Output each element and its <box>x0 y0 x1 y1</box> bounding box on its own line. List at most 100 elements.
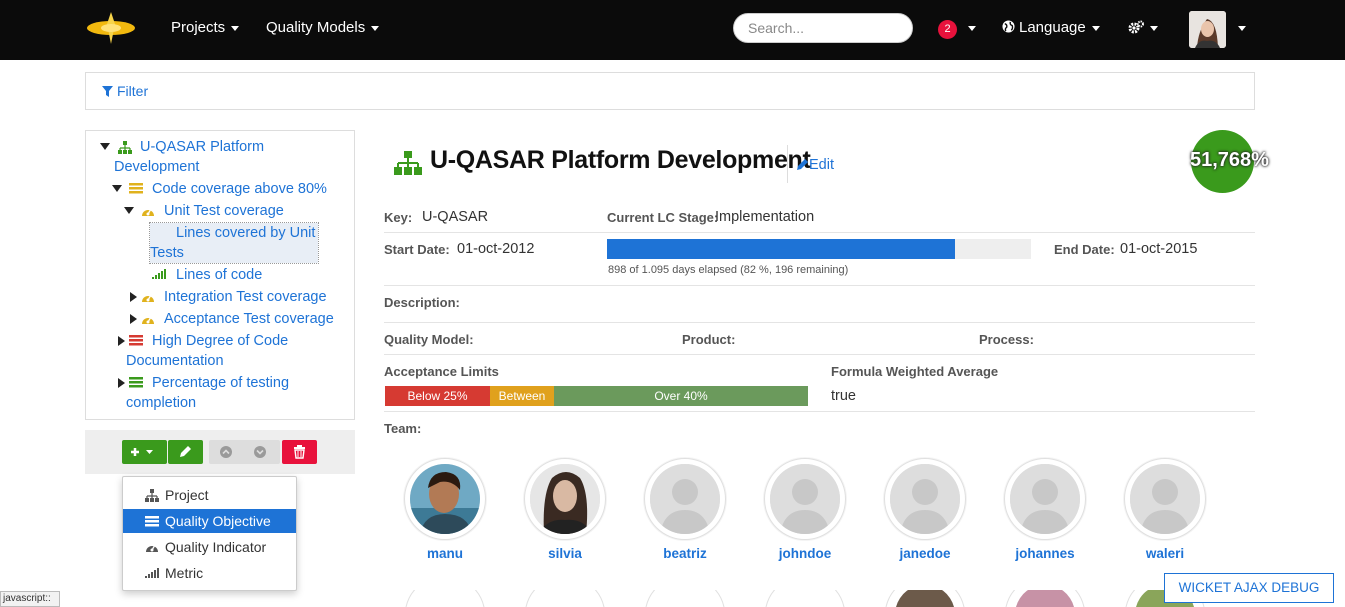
uqasar-logo-icon[interactable] <box>86 12 136 44</box>
pencil-icon <box>180 446 191 457</box>
team-member[interactable]: manu <box>404 458 486 561</box>
trash-icon <box>294 445 305 459</box>
key-label: Key: <box>384 210 413 225</box>
team-member[interactable]: janedoe <box>884 458 966 561</box>
team-member[interactable]: beatriz <box>644 458 726 561</box>
move-buttons <box>209 440 280 464</box>
quality-models-menu-label: Quality Models <box>266 19 366 36</box>
avatar <box>770 464 840 534</box>
team-member[interactable]: waleri <box>1124 458 1206 561</box>
menu-item-metric[interactable]: Metric <box>123 561 296 585</box>
tree-node-metric-selected[interactable]: Lines covered by Unit Tests <box>149 222 319 264</box>
settings-menu[interactable] <box>1128 19 1158 36</box>
timeline-progress-fill <box>607 239 955 259</box>
divider <box>384 285 1255 286</box>
pencil-icon <box>797 159 808 170</box>
menu-item-label: Project <box>165 487 209 503</box>
menu-item-quality-indicator[interactable]: Quality Indicator <box>123 535 296 559</box>
avatar <box>410 464 480 534</box>
team-member-name[interactable]: johannes <box>1004 546 1086 561</box>
tree-node-project[interactable]: U-QASAR Platform Development <box>114 137 344 177</box>
formula-label: Formula Weighted Average <box>831 364 999 379</box>
acceptance-between-segment: Between <box>490 386 554 406</box>
sitemap-icon <box>394 151 422 175</box>
team-row-2-partial <box>405 590 1205 607</box>
collapse-toggle[interactable] <box>124 207 134 214</box>
add-button[interactable] <box>122 440 167 464</box>
menu-item-label: Metric <box>165 565 204 581</box>
menu-item-quality-objective[interactable]: Quality Objective <box>123 509 296 533</box>
lc-stage-value: Implementation <box>715 209 815 225</box>
chevron-down-icon <box>371 25 380 31</box>
search-input[interactable] <box>733 13 913 43</box>
tree-node-metric[interactable]: Lines of code <box>176 265 262 285</box>
avatar <box>1010 464 1080 534</box>
start-date-label: Start Date: <box>384 242 450 257</box>
expand-toggle[interactable] <box>130 292 137 302</box>
team-member-name[interactable]: janedoe <box>884 546 966 561</box>
avatar <box>1130 464 1200 534</box>
tree-node-objective[interactable]: Code coverage above 80% <box>152 179 327 199</box>
collapse-toggle[interactable] <box>100 143 110 150</box>
avatar <box>650 464 720 534</box>
filter-label: Filter <box>117 83 149 99</box>
gauge-icon <box>142 294 154 302</box>
tree-node-indicator[interactable]: Integration Test coverage <box>164 287 327 307</box>
avatar <box>530 464 600 534</box>
team-member[interactable]: johndoe <box>764 458 846 561</box>
notifications-badge[interactable]: 2 <box>938 20 957 39</box>
team-member[interactable]: silvia <box>524 458 606 561</box>
expand-toggle[interactable] <box>118 336 125 346</box>
edit-link[interactable]: Edit <box>797 157 834 173</box>
collapse-toggle[interactable] <box>112 185 122 192</box>
avatar <box>890 464 960 534</box>
tree-node-indicator[interactable]: Unit Test coverage <box>164 201 284 221</box>
wicket-ajax-debug-button[interactable]: WICKET AJAX DEBUG <box>1164 573 1334 603</box>
expand-toggle[interactable] <box>130 314 137 324</box>
language-menu[interactable]: Language <box>1002 19 1100 36</box>
move-up-icon[interactable] <box>220 446 232 458</box>
tree-node-objective[interactable]: Percentage of testing completion <box>126 373 341 413</box>
gears-icon <box>1128 20 1144 34</box>
projects-menu-label: Projects <box>171 19 226 36</box>
language-menu-label: Language <box>1019 19 1086 36</box>
acceptance-limits-label: Acceptance Limits <box>384 364 499 379</box>
metric-icon <box>145 568 159 578</box>
end-date-value: 01-oct-2015 <box>1120 241 1198 257</box>
team-member-name[interactable]: beatriz <box>644 546 726 561</box>
filter-icon <box>102 86 113 97</box>
divider <box>384 354 1255 355</box>
projects-menu[interactable]: Projects <box>171 19 240 36</box>
tree-node-indicator[interactable]: Acceptance Test coverage <box>164 309 334 329</box>
add-dropdown-menu: Project Quality Objective Quality Indica… <box>122 476 297 591</box>
chevron-down-icon[interactable] <box>1238 26 1246 31</box>
gauge-icon <box>142 208 154 216</box>
divider <box>384 322 1255 323</box>
gauge-icon <box>142 316 154 324</box>
move-down-icon[interactable] <box>254 446 266 458</box>
menu-item-label: Quality Objective <box>165 513 271 529</box>
team-member-name[interactable]: manu <box>404 546 486 561</box>
project-tree: U-QASAR Platform Development Code covera… <box>85 130 355 420</box>
menu-item-project[interactable]: Project <box>123 483 296 507</box>
team-label: Team: <box>384 421 422 436</box>
start-date-value: 01-oct-2012 <box>457 241 535 257</box>
team-member-name[interactable]: johndoe <box>764 546 846 561</box>
quality-objective-icon <box>129 183 143 194</box>
acceptance-over-segment: Over 40% <box>554 386 808 406</box>
filter-panel[interactable]: Filter <box>85 72 1255 110</box>
team-member-name[interactable]: silvia <box>524 546 606 561</box>
team-member[interactable]: johannes <box>1004 458 1086 561</box>
user-avatar[interactable] <box>1189 11 1226 48</box>
team-member-name[interactable]: waleri <box>1124 546 1206 561</box>
timeline-progress-bar <box>607 239 1031 259</box>
lc-stage-label: Current LC Stage: <box>607 210 719 225</box>
globe-icon <box>1002 20 1015 33</box>
delete-button[interactable] <box>282 440 317 464</box>
expand-toggle[interactable] <box>118 378 125 388</box>
chevron-down-icon[interactable] <box>968 26 976 31</box>
edit-button[interactable] <box>168 440 203 464</box>
key-value: U-QASAR <box>422 209 489 225</box>
quality-models-menu[interactable]: Quality Models <box>266 19 380 36</box>
tree-node-objective[interactable]: High Degree of Code Documentation <box>126 331 341 371</box>
